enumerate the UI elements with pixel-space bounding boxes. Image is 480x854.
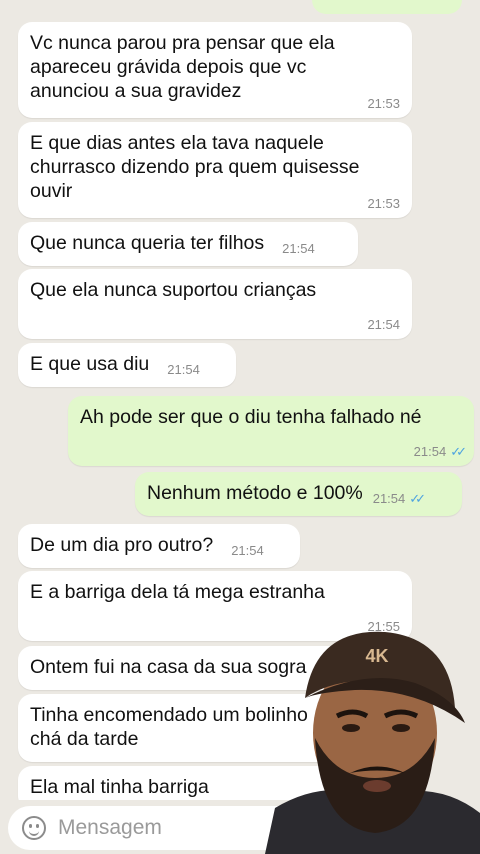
previous-message-stub [312,0,462,14]
message-line: Que nunca queria ter filhos [30,232,265,254]
message-bubble[interactable]: Que nunca queria ter filhos 21:54 [18,222,358,266]
message-time: 21:54 [231,543,264,558]
message-time: 21:54 [167,362,200,377]
double-check-icon: ✓✓ [409,491,426,506]
message-time: 21:54 [413,444,447,459]
message-bubble[interactable]: E que dias antes ela tava naquele churra… [18,122,412,218]
message-time-wrap: 21:54 ✓✓ [413,444,467,459]
message-time-wrap: 21:54 ✓✓ [372,491,426,506]
message-line: ouvir [30,180,73,202]
message-bubble[interactable]: E que usa diu 21:54 [18,343,236,387]
message-line: churrasco dizendo pra quem quisesse [30,156,360,178]
message-bubble[interactable]: De um dia pro outro? 21:54 [18,524,300,568]
message-time: 21:54 [282,241,315,256]
message-line: De um dia pro outro? [30,534,214,556]
message-line: Nenhum método e 100% [147,482,363,504]
person-illustration: 4K [265,631,480,854]
message-line: Vc nunca parou pra pensar que ela [30,32,335,54]
webcam-overlay: 4K [265,628,480,854]
message-line: E que usa diu [30,353,150,375]
message-bubble[interactable]: Que ela nunca suportou crianças 21:54 [18,269,412,339]
message-line: anunciou a sua gravidez [30,80,242,102]
message-time: 21:54 [367,317,400,332]
message-bubble[interactable]: Nenhum método e 100% 21:54 ✓✓ [135,472,462,516]
message-line: apareceu grávida depois que vc [30,56,307,78]
message-line: E a barriga dela tá mega estranha [30,581,325,603]
message-line: Ela mal tinha barriga [30,776,209,798]
message-line: Que ela nunca suportou crianças [30,279,317,301]
cap-logo-text: 4K [365,646,388,666]
message-line: Ah pode ser que o diu tenha falhado né [80,406,422,428]
message-time: 21:54 [372,491,406,506]
message-bubble[interactable]: Vc nunca parou pra pensar que ela aparec… [18,22,412,118]
double-check-icon: ✓✓ [450,444,467,459]
message-line: E que dias antes ela tava naquele [30,132,324,154]
message-bubble[interactable]: Ah pode ser que o diu tenha falhado né 2… [68,396,474,466]
emoji-icon[interactable] [22,816,46,840]
message-input-placeholder: Mensagem [58,816,162,839]
message-time: 21:53 [367,196,400,211]
message-time: 21:53 [367,96,400,111]
